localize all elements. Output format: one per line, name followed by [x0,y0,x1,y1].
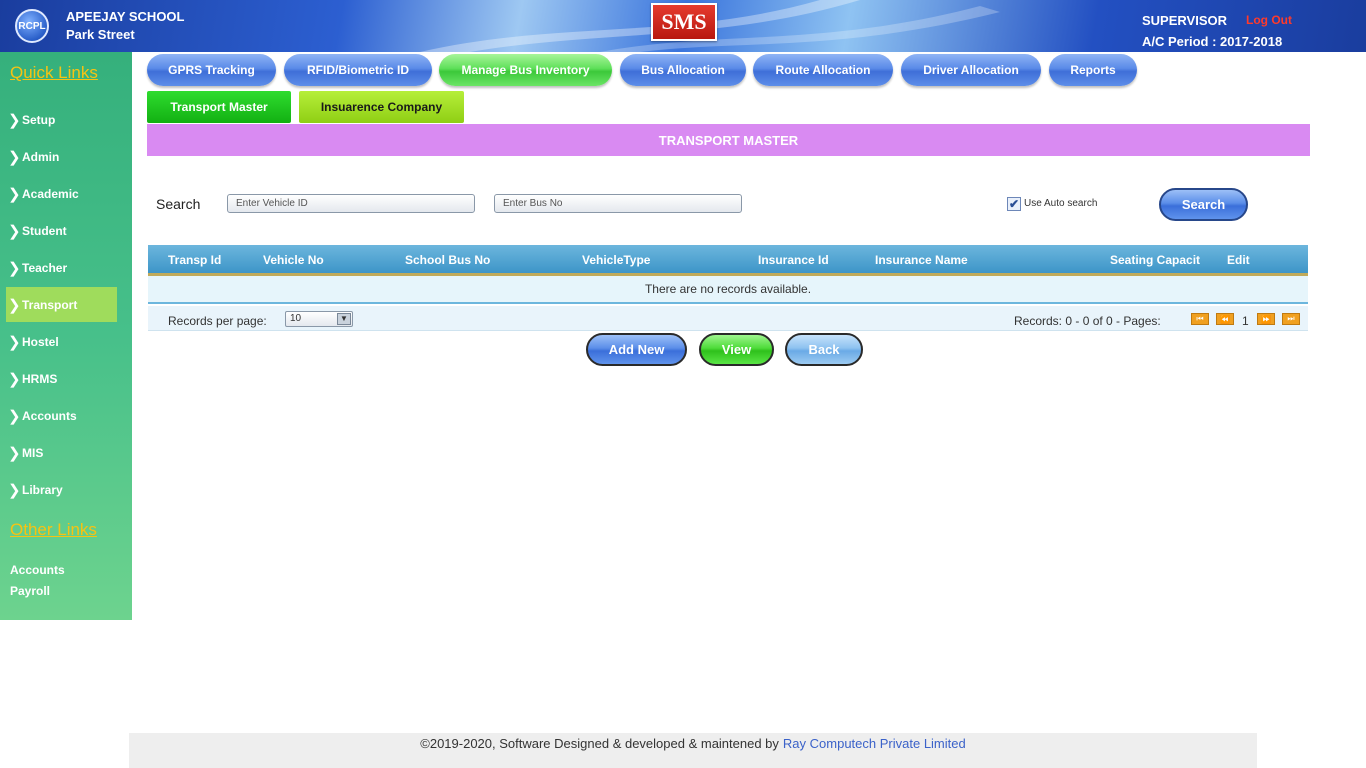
footer: ©2019-2020, Software Designed & develope… [129,733,1257,768]
add-new-button[interactable]: Add New [586,333,687,366]
auto-search-checkbox[interactable]: ✔ [1007,197,1021,211]
logout-link[interactable]: Log Out [1246,13,1292,27]
tab-bus-allocation[interactable]: Bus Allocation [620,54,746,86]
other-links-heading[interactable]: Other Links [10,520,97,540]
column-header-edit[interactable]: Edit [1227,253,1250,267]
view-button[interactable]: View [699,333,774,366]
records-per-page-value: 10 [290,313,302,324]
sidebar-item-library[interactable]: ❯ Library [6,472,117,507]
sidebar-item-hrms[interactable]: ❯ HRMS [6,361,117,396]
school-name-line2: Park Street [66,27,135,42]
chevron-right-icon: ❯ [8,407,21,425]
school-logo: RCPL [15,9,49,43]
sidebar-item-label: Accounts [22,408,77,423]
tab-rfid-biometric-id[interactable]: RFID/Biometric ID [284,54,432,86]
ac-period: A/C Period : 2017-2018 [1142,34,1283,49]
chevron-down-icon: ▼ [337,313,351,325]
chevron-right-icon: ❯ [8,259,21,277]
first-page-icon[interactable]: ⏮ [1191,313,1209,325]
previous-page-icon[interactable]: ⏪ [1216,313,1234,325]
chevron-right-icon: ❯ [8,185,21,203]
auto-search-label: Use Auto search [1024,198,1098,209]
tab-gprs-tracking[interactable]: GPRS Tracking [147,54,276,86]
sidebar-item-academic[interactable]: ❯ Academic [6,176,117,211]
records-per-page-label: Records per page: [168,314,267,328]
sidebar-item-student[interactable]: ❯ Student [6,213,117,248]
next-page-icon[interactable]: ⏩ [1257,313,1275,325]
records-info: Records: 0 - 0 of 0 - Pages: [1014,314,1161,328]
tab-driver-allocation[interactable]: Driver Allocation [901,54,1041,86]
school-logo-text: RCPL [18,20,46,32]
chevron-right-icon: ❯ [8,296,21,314]
bus-no-input[interactable] [494,194,742,213]
sidebar-item-label: Teacher [22,260,68,275]
tab-manage-bus-inventory[interactable]: Manage Bus Inventory [439,54,612,86]
sidebar-item-accounts[interactable]: ❯ Accounts [6,398,117,433]
chevron-right-icon: ❯ [8,370,21,388]
sidebar-item-label: Setup [22,112,56,127]
page-title: TRANSPORT MASTER [147,124,1310,156]
sidebar-item-label: Student [22,223,67,238]
tab-reports[interactable]: Reports [1049,54,1137,86]
column-header-school-bus-no[interactable]: School Bus No [405,253,490,267]
column-header-insurance-name[interactable]: Insurance Name [875,253,968,267]
sidebar-item-teacher[interactable]: ❯ Teacher [6,250,117,285]
footer-text: ©2019-2020, Software Designed & develope… [420,736,779,751]
column-header-vehicle-type[interactable]: VehicleType [582,253,650,267]
chevron-right-icon: ❯ [8,148,21,166]
sidebar-item-hostel[interactable]: ❯ Hostel [6,324,117,359]
chevron-right-icon: ❯ [8,481,21,499]
sms-logo: SMS [651,3,717,41]
sidebar-item-transport[interactable]: ❯ Transport [6,287,117,322]
sidebar: Quick Links ❯ Setup ❯ Admin ❯ Academic ❯ Stu… [0,52,132,620]
chevron-right-icon: ❯ [8,111,21,129]
app-header: RCPL APEEJAY SCHOOL Park Street SMS SUPE… [0,0,1366,52]
sidebar-item-label: MIS [22,445,44,460]
grid-header: Transp Id Vehicle No School Bus No Vehic… [148,245,1308,276]
page-number[interactable]: 1 [1242,314,1249,328]
sidebar-item-label: HRMS [22,371,58,386]
vehicle-id-input[interactable] [227,194,475,213]
column-header-vehicle-no[interactable]: Vehicle No [263,253,324,267]
subtab-insurance-company[interactable]: Insuarence Company [299,91,464,123]
search-button[interactable]: Search [1159,188,1248,221]
school-name-line1: APEEJAY SCHOOL [66,9,185,24]
user-role: SUPERVISOR [1142,13,1228,28]
sidebar-item-label: Library [22,482,63,497]
search-label: Search [156,196,201,212]
sidebar-item-label: Hostel [22,334,59,349]
column-header-insurance-id[interactable]: Insurance Id [758,253,829,267]
sidebar-item-label: Academic [22,186,79,201]
checkmark-icon: ✔ [1008,197,1020,211]
chevron-right-icon: ❯ [8,222,21,240]
subtab-transport-master[interactable]: Transport Master [147,91,291,123]
records-per-page-select[interactable]: 10 ▼ [285,311,353,327]
column-header-seating-capacity[interactable]: Seating Capacit [1110,253,1200,267]
grid-empty-message: There are no records available. [148,276,1308,304]
column-header-transp-id[interactable]: Transp Id [168,253,221,267]
sidebar-item-label: Transport [22,297,78,312]
footer-company-link[interactable]: Ray Computech Private Limited [783,736,966,751]
sidebar-item-mis[interactable]: ❯ MIS [6,435,117,470]
sidebar-item-label: Admin [22,149,60,164]
last-page-icon[interactable]: ⏭ [1282,313,1300,325]
chevron-right-icon: ❯ [8,444,21,462]
tab-route-allocation[interactable]: Route Allocation [753,54,893,86]
sidebar-item-admin[interactable]: ❯ Admin [6,139,117,174]
school-name: APEEJAY SCHOOL Park Street [66,8,185,44]
quick-links-heading[interactable]: Quick Links [10,63,98,83]
back-button[interactable]: Back [785,333,863,366]
sidebar-item-setup[interactable]: ❯ Setup [6,102,117,137]
grid-pager: Records per page: 10 ▼ Records: 0 - 0 of… [148,306,1308,331]
chevron-right-icon: ❯ [8,333,21,351]
other-link-payroll[interactable]: Payroll [10,584,50,598]
other-link-accounts[interactable]: Accounts [10,563,65,577]
